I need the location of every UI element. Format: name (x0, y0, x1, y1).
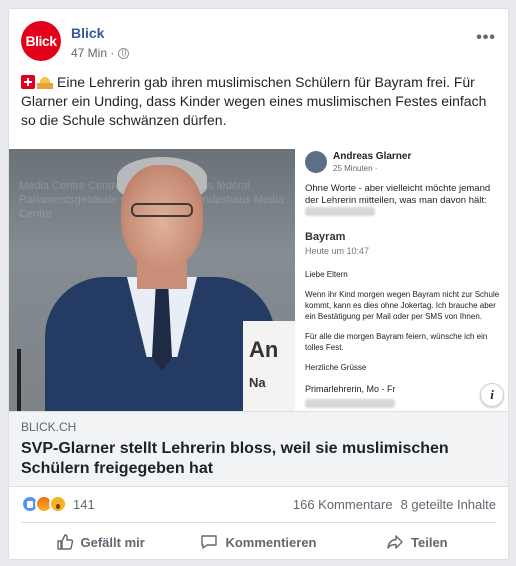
post-timestamp[interactable]: 47 Min · (71, 46, 114, 60)
article-photo[interactable]: Media Centre Centre des médias Palais fé… (9, 149, 295, 411)
share-button[interactable]: Teilen (338, 533, 496, 551)
share-label: Teilen (411, 534, 448, 550)
microphone (17, 349, 21, 411)
link-media[interactable]: Media Centre Centre des médias Palais fé… (9, 149, 508, 411)
person-head (121, 165, 203, 269)
comment-icon (201, 535, 218, 549)
blurred-text (305, 399, 395, 408)
post-message: Eine Lehrerin gab ihren muslimischen Sch… (21, 74, 487, 128)
reaction-count[interactable]: 141 (73, 497, 95, 512)
screenshot-body: Liebe Eltern Wenn ihr Kind morgen wegen … (305, 269, 504, 382)
page-avatar[interactable]: Blick (21, 21, 61, 61)
link-preview[interactable]: BLICK.CH SVP-Glarner stellt Lehrerin blo… (9, 411, 508, 487)
nameplate-top: An (249, 337, 279, 362)
avatar-logo-text: Blick (25, 33, 57, 49)
thumbs-up-icon (56, 534, 73, 550)
nameplate-bottom: Na (249, 375, 266, 390)
mosque-icon (37, 75, 53, 89)
blurred-text (305, 207, 375, 216)
person-glasses (131, 203, 193, 217)
comments-count[interactable]: 166 Kommentare (293, 497, 393, 512)
swiss-flag-icon (21, 75, 35, 89)
comment-button[interactable]: Kommentieren (179, 533, 337, 551)
page-name-link[interactable]: Blick (71, 25, 104, 41)
screenshot-author: Andreas Glarner (333, 151, 412, 162)
like-label: Gefällt mir (80, 534, 145, 550)
facebook-screenshot: Andreas Glarner 25 Minuten · Ohne Worte … (295, 149, 508, 411)
comment-share-counts: 166 Kommentare 8 geteilte Inhalte (293, 497, 496, 512)
like-button[interactable]: Gefällt mir (21, 533, 179, 551)
screenshot-title: Bayram (305, 231, 346, 243)
post-actions: Gefällt mir Kommentieren Teilen (21, 523, 496, 559)
shares-count[interactable]: 8 geteilte Inhalte (401, 497, 496, 512)
screenshot-paragraph: Für alle die morgen Bayram feiern, wünsc… (305, 332, 488, 352)
post-header: Blick Blick 47 Min · ••• (21, 21, 496, 65)
screenshot-paragraph: Herzliche Grüsse (305, 363, 367, 372)
reactions-summary[interactable]: 141 (21, 495, 95, 513)
screenshot-avatar (305, 151, 327, 173)
post-card: Blick Blick 47 Min · ••• Eine Lehrerin g… (8, 8, 509, 560)
screenshot-intro: Ohne Worte - aber vielleicht möchte jema… (305, 183, 491, 206)
nameplate: An Na (243, 321, 295, 411)
screenshot-paragraph: Wenn ihr Kind morgen wegen Bayram nicht … (305, 290, 500, 321)
info-icon[interactable]: i (480, 383, 504, 407)
comment-label: Kommentieren (225, 534, 317, 550)
post-text: Eine Lehrerin gab ihren muslimischen Sch… (21, 73, 494, 130)
screenshot-signature: Primarlehrerin, Mo - Fr (305, 384, 396, 394)
globe-icon (118, 47, 130, 59)
post-meta: 47 Min · (71, 46, 130, 60)
share-arrow-icon (387, 535, 403, 549)
screenshot-time: 25 Minuten · (333, 164, 378, 173)
more-options-icon[interactable]: ••• (476, 29, 496, 47)
wow-reaction-icon (49, 495, 67, 513)
engagement-counts: 141 166 Kommentare 8 geteilte Inhalte (21, 487, 496, 521)
link-domain: BLICK.CH (21, 420, 77, 434)
screenshot-subtitle: Heute um 10:47 (305, 246, 370, 256)
link-title[interactable]: SVP-Glarner stellt Lehrerin bloss, weil … (21, 439, 498, 479)
screenshot-paragraph: Liebe Eltern (305, 270, 348, 279)
